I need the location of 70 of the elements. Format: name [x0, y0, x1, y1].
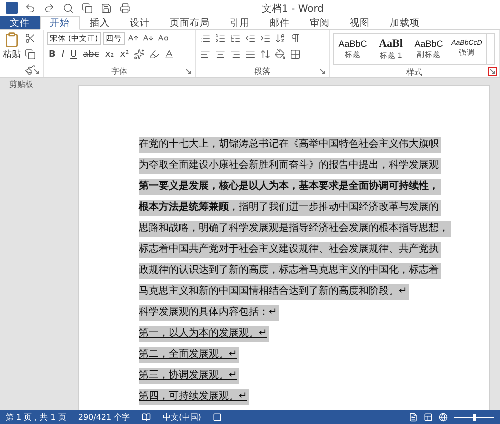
align-center-icon[interactable] — [214, 48, 227, 61]
sort-icon[interactable] — [274, 32, 287, 45]
word-logo-icon — [6, 2, 18, 14]
dialog-launcher-button[interactable] — [488, 67, 497, 76]
search-icon[interactable] — [62, 2, 75, 14]
window-title: 文档1 - Word — [262, 2, 324, 16]
document-text: 马克思主义和新的中国国情相结合达到了新的高度和阶段。↵ — [139, 284, 409, 300]
scissors-icon[interactable] — [24, 32, 37, 45]
ribbon-tab[interactable]: 视图 — [340, 16, 380, 29]
ribbon-tab[interactable]: 设计 — [120, 16, 160, 29]
clipboard-icon — [4, 32, 20, 48]
file-tab[interactable]: 文件 — [0, 16, 40, 29]
highlighter-icon[interactable] — [148, 48, 162, 61]
document-text: 科学发展观的具体内容包括：↵ — [139, 304, 279, 320]
printer-icon[interactable] — [119, 2, 132, 14]
document-text: 根本方法是统筹兼顾，指明了我们进一步推动中国经济改革与发展的 — [139, 200, 441, 216]
print-layout-icon[interactable] — [424, 412, 433, 422]
zoom-slider-thumb[interactable] — [473, 414, 476, 420]
document-text: 第三，协调发展观。↵ — [139, 368, 239, 384]
format-button[interactable]: x₂ — [103, 48, 116, 61]
shading-icon[interactable] — [274, 48, 287, 61]
ribbon-tab[interactable]: 加载项 — [380, 16, 430, 29]
group-label: 样式 — [406, 67, 422, 78]
ribbon-tab[interactable]: 开始 — [40, 16, 80, 30]
undo-icon[interactable] — [24, 2, 37, 14]
ribbon-tab[interactable]: 审阅 — [300, 16, 340, 29]
group-label: 段落 — [254, 66, 270, 77]
line-spacing-icon[interactable] — [259, 48, 272, 61]
document-text: 政规律的认识达到了新的高度，标志着马克思主义的中国化，标志着 — [139, 262, 441, 278]
format-button[interactable]: abc — [81, 48, 102, 61]
paste-button[interactable]: 粘贴 — [3, 32, 21, 77]
copy-icon[interactable] — [24, 48, 37, 61]
document-text: 第一，以人为本的发展观。↵ — [139, 326, 269, 342]
save-icon[interactable] — [100, 2, 113, 14]
dialog-launcher-button[interactable] — [32, 67, 41, 76]
document-text: 在党的十七大上，胡锦涛总书记在《高举中国特色社会主义伟大旗帜 — [139, 136, 441, 152]
borders-icon[interactable] — [289, 48, 302, 61]
ribbon-tab[interactable]: 插入 — [80, 16, 120, 29]
pilcrow-icon[interactable] — [289, 32, 302, 45]
format-button[interactable]: x² — [118, 48, 132, 61]
ribbon-tab[interactable]: 邮件 — [260, 16, 300, 29]
document-text: 第四，可持续发展观。↵ — [139, 388, 249, 404]
format-button[interactable]: U — [68, 48, 80, 61]
document-text: 思路和战略，明确了科学发展观是指导经济社会发展的根本指导思想， — [139, 220, 451, 236]
group-label: 字体 — [112, 66, 128, 77]
indent-decrease-icon[interactable] — [244, 32, 257, 45]
format-button[interactable]: B — [47, 48, 58, 61]
format-button[interactable]: I — [60, 48, 67, 61]
document-text: 为夺取全面建设小康社会新胜利而奋斗》的报告中提出，科学发展观 — [139, 158, 441, 174]
numbered-list-icon[interactable] — [214, 32, 227, 45]
align-right-icon[interactable] — [229, 48, 242, 61]
document-text: 标志着中国共产党对于社会主义建设规律、社会发展规律、共产党执 — [139, 242, 441, 258]
ribbon-tab[interactable]: 页面布局 — [160, 16, 220, 29]
ribbon-tab[interactable]: 引用 — [220, 16, 260, 29]
document-text: 第一要义是发展，核心是以人为本，基本要求是全面协调可持续性， — [139, 178, 441, 194]
language-label[interactable]: 中文(中国) — [163, 412, 202, 422]
web-layout-icon[interactable] — [439, 412, 448, 422]
page-count[interactable]: 第 1 页，共 1 页 — [6, 412, 66, 422]
copy-icon[interactable] — [81, 2, 94, 14]
read-mode-icon[interactable] — [409, 412, 418, 422]
multilevel-list-icon[interactable] — [229, 32, 242, 45]
redo-icon[interactable] — [43, 2, 56, 14]
group-label: 剪贴板 — [10, 79, 34, 90]
word-count[interactable]: 290/421 个字 — [78, 412, 130, 422]
text-effects-icon[interactable] — [133, 48, 146, 61]
indent-increase-icon[interactable] — [259, 32, 272, 45]
document-text: 第二，全面发展观。↵ — [139, 346, 239, 362]
align-justify-icon[interactable] — [244, 48, 257, 61]
font-color-icon[interactable] — [163, 48, 176, 61]
align-left-icon[interactable] — [199, 48, 212, 61]
